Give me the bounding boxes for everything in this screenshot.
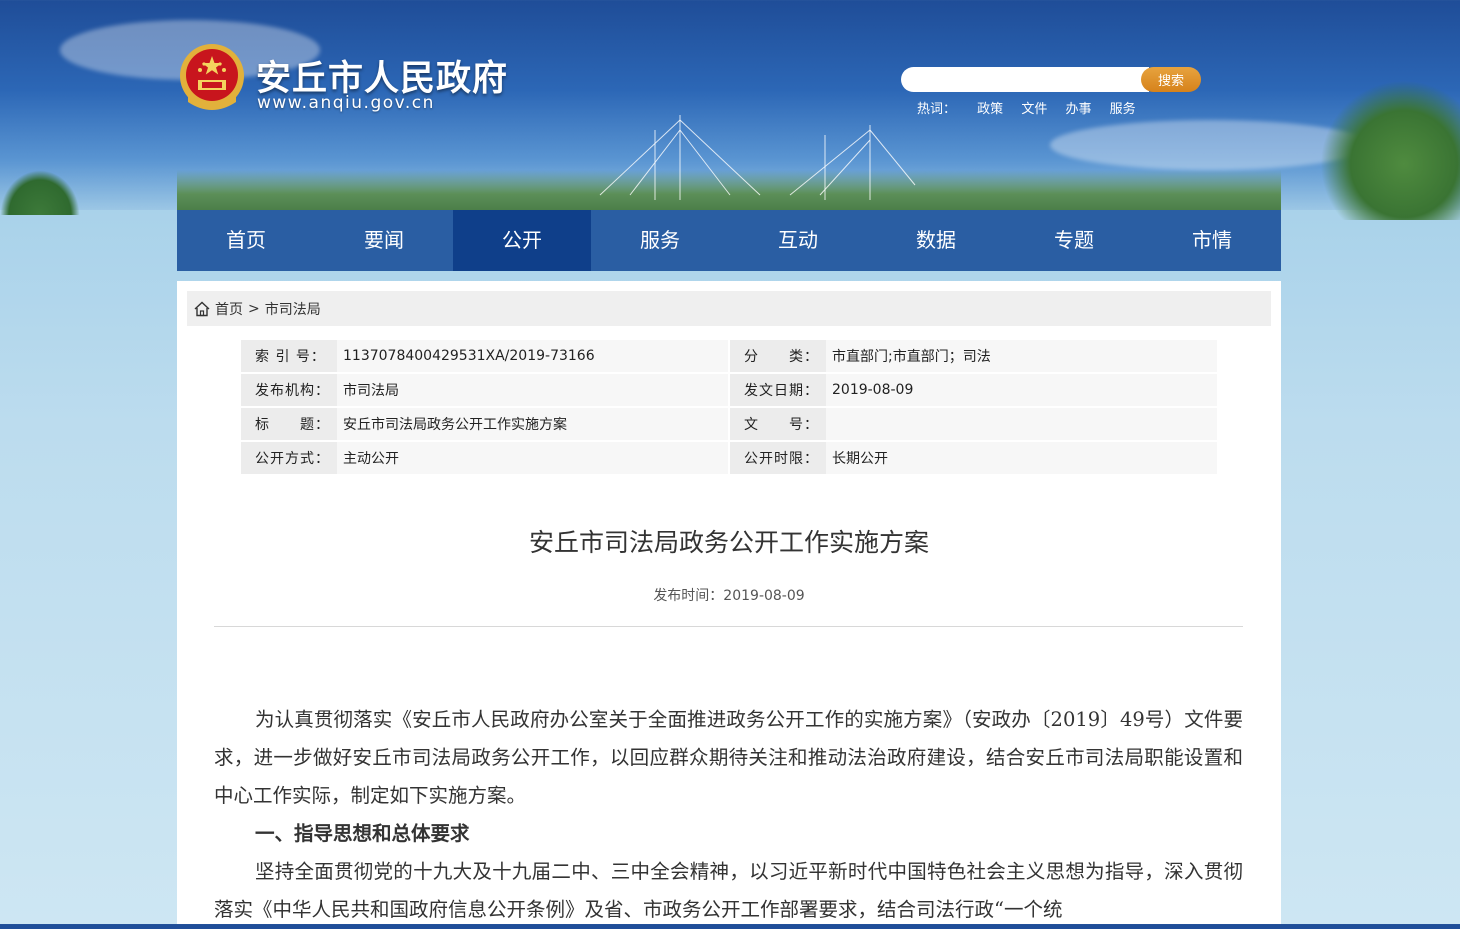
breadcrumb-current-link[interactable]: 市司法局: [265, 299, 321, 319]
meta-label-title: 标 题：: [241, 408, 337, 440]
search-box: 搜索: [901, 67, 1201, 92]
hot-word-link[interactable]: 文件: [1021, 102, 1047, 117]
meta-row: 标 题： 安丘市司法局政务公开工作实施方案 文 号：: [241, 408, 1217, 440]
content-panel: 首页 > 市司法局 索 引 号： 1137078400429531XA/2019…: [177, 281, 1281, 924]
article-paragraph: 坚持全面贯彻党的十九大及十九届二中、三中全会精神，以习近平新时代中国特色社会主义…: [214, 860, 1243, 921]
meta-label-date: 发文日期：: [730, 374, 826, 406]
meta-value-date: 2019-08-09: [826, 374, 1217, 406]
nav-item-news[interactable]: 要闻: [315, 210, 453, 271]
search-button[interactable]: 搜索: [1141, 67, 1201, 92]
hot-word-link[interactable]: 服务: [1110, 102, 1136, 117]
article-title: 安丘市司法局政务公开工作实施方案: [528, 528, 929, 557]
nav-item-home[interactable]: 首页: [177, 210, 315, 271]
meta-label-issuer: 发布机构：: [241, 374, 337, 406]
search-input[interactable]: [901, 67, 1149, 92]
article-paragraph: 为认真贯彻落实《安丘市人民政府办公室关于全面推进政务公开工作的实施方案》（安政办…: [214, 708, 1243, 807]
meta-label-docno: 文 号：: [730, 408, 826, 440]
meta-value-index: 1137078400429531XA/2019-73166: [337, 340, 728, 372]
meta-value-docno: [826, 408, 1217, 440]
meta-row: 发布机构： 市司法局 发文日期： 2019-08-09: [241, 374, 1217, 406]
hot-words-label: 热词：: [917, 102, 957, 117]
meta-label-period: 公开时限：: [730, 442, 826, 474]
meta-value-category: 市直部门;市直部门；司法: [826, 340, 1217, 372]
hot-word-link[interactable]: 办事: [1065, 102, 1091, 117]
site-header: 安丘市人民政府 www.anqiu.gov.cn 搜索 热词： 政策 文件 办事…: [0, 0, 1460, 210]
meta-value-method: 主动公开: [337, 442, 728, 474]
meta-row: 公开方式： 主动公开 公开时限： 长期公开: [241, 442, 1217, 474]
hot-word-link[interactable]: 政策: [977, 102, 1003, 117]
national-emblem-icon[interactable]: [178, 42, 246, 114]
site-domain: www.anqiu.gov.cn: [257, 93, 435, 113]
nav-item-data[interactable]: 数据: [867, 210, 1005, 271]
article-section-heading: 一、指导思想和总体要求: [254, 822, 470, 845]
meta-label-method: 公开方式：: [241, 442, 337, 474]
meta-label-index: 索 引 号：: [241, 340, 337, 372]
meta-label-category: 分 类：: [730, 340, 826, 372]
nav-item-interaction[interactable]: 互动: [729, 210, 867, 271]
hot-words: 热词： 政策 文件 办事 服务: [917, 98, 1150, 117]
nav-item-city-info[interactable]: 市情: [1143, 210, 1281, 271]
meta-value-period: 长期公开: [826, 442, 1217, 474]
nav-item-topics[interactable]: 专题: [1005, 210, 1143, 271]
publish-time: 发布时间：2019-08-09: [653, 588, 805, 604]
document-meta-table: 索 引 号： 1137078400429531XA/2019-73166 分 类…: [241, 338, 1217, 476]
breadcrumb: 首页 > 市司法局: [187, 291, 1271, 326]
nav-item-services[interactable]: 服务: [591, 210, 729, 271]
main-nav: 首页 要闻 公开 服务 互动 数据 专题 市情: [177, 210, 1281, 271]
nav-item-disclosure[interactable]: 公开: [453, 210, 591, 271]
meta-value-issuer: 市司法局: [337, 374, 728, 406]
meta-value-title: 安丘市司法局政务公开工作实施方案: [337, 408, 728, 440]
breadcrumb-home-link[interactable]: 首页: [215, 299, 243, 319]
divider: [214, 626, 1243, 627]
breadcrumb-separator: >: [248, 300, 260, 317]
meta-row: 索 引 号： 1137078400429531XA/2019-73166 分 类…: [241, 340, 1217, 372]
article-body: 为认真贯彻落实《安丘市人民政府办公室关于全面推进政务公开工作的实施方案》（安政办…: [214, 701, 1243, 929]
home-icon: [194, 301, 210, 316]
